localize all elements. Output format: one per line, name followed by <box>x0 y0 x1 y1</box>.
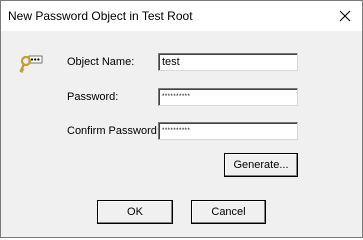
ok-button[interactable]: OK <box>97 200 173 224</box>
confirm-password-label: Confirm Password: <box>67 125 160 137</box>
window-title: New Password Object in Test Root <box>8 9 193 23</box>
password-object-dialog: New Password Object in Test Root Object … <box>0 0 363 238</box>
confirm-password-input[interactable]: ********** <box>158 122 298 140</box>
object-name-label: Object Name: <box>67 56 135 68</box>
generate-button[interactable]: Generate... <box>224 153 298 177</box>
close-icon <box>339 10 351 22</box>
password-label: Password: <box>67 91 119 103</box>
password-input[interactable]: ********** <box>158 88 298 106</box>
title-bar: New Password Object in Test Root <box>1 1 362 31</box>
close-button[interactable] <box>328 1 362 31</box>
key-password-icon <box>19 55 43 73</box>
cancel-button[interactable]: Cancel <box>191 200 266 224</box>
object-name-input[interactable]: test <box>158 53 298 71</box>
